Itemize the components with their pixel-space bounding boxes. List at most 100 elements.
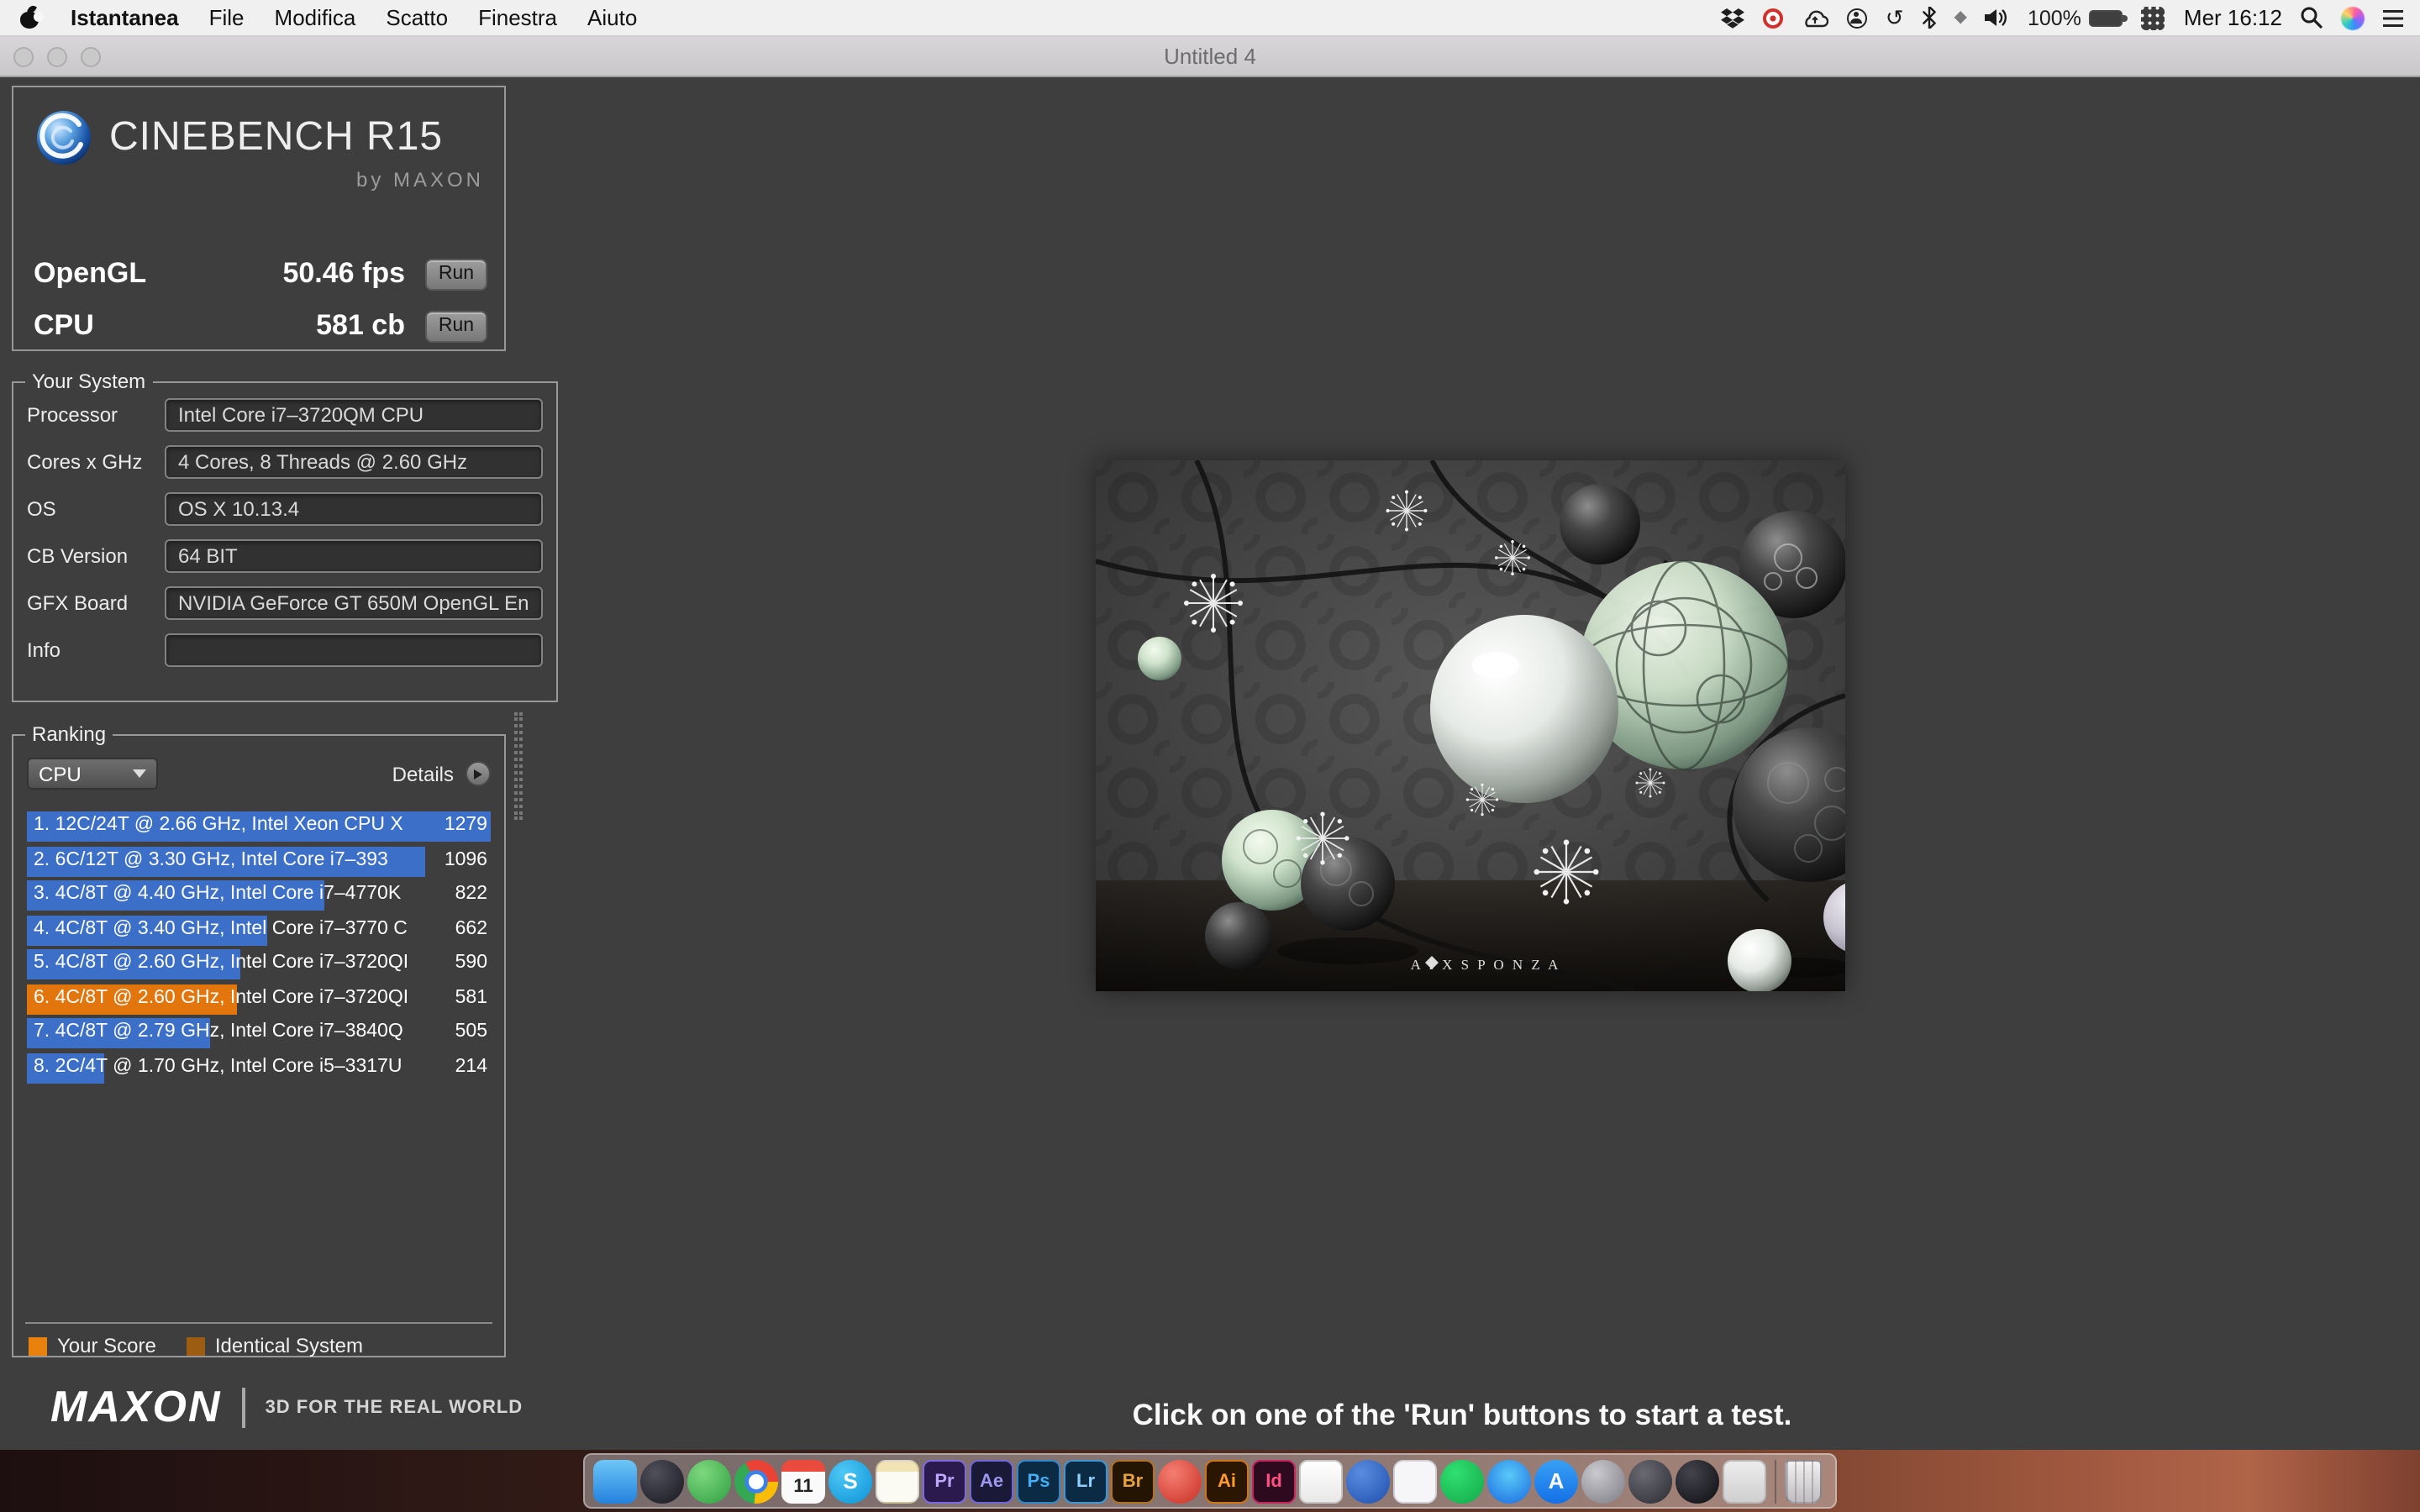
bench-score: 50.46 fps bbox=[282, 257, 405, 291]
dock-photoshop-icon[interactable]: Ps bbox=[1017, 1459, 1060, 1503]
bench-name: CPU bbox=[34, 309, 94, 343]
dropbox-icon[interactable] bbox=[1721, 4, 1744, 31]
system-field-value[interactable]: Intel Core i7–3720QM CPU bbox=[165, 398, 543, 432]
dock-app-dark-2-icon[interactable] bbox=[1628, 1459, 1672, 1503]
ranking-row[interactable]: 1. 12C/24T @ 2.66 GHz, Intel Xeon CPU X … bbox=[27, 811, 491, 842]
dock-safari-icon[interactable] bbox=[1487, 1459, 1531, 1503]
ranking-row[interactable]: 7. 4C/8T @ 2.79 GHz, Intel Core i7–3840Q… bbox=[27, 1018, 491, 1048]
cinebench-sphere-icon bbox=[34, 108, 94, 168]
run-button-opengl[interactable]: Run bbox=[425, 258, 487, 290]
dock-finder-icon[interactable] bbox=[593, 1459, 637, 1503]
menu-file[interactable]: File bbox=[209, 5, 245, 30]
ranking-filter-value: CPU bbox=[39, 762, 82, 785]
ranking-score: 662 bbox=[455, 918, 487, 938]
maxon-footer: MAXON 3D FOR THE REAL WORLD bbox=[50, 1381, 523, 1433]
menu-aiuto[interactable]: Aiuto bbox=[587, 5, 637, 30]
dock-app-dark-icon[interactable] bbox=[640, 1459, 684, 1503]
input-source-icon[interactable] bbox=[2142, 6, 2165, 29]
footer-divider bbox=[242, 1387, 245, 1427]
diamond-icon[interactable]: ◆ bbox=[1954, 4, 1967, 31]
render-preview: A I X S P O N Z A bbox=[1096, 460, 1845, 991]
menu-clock[interactable]: Mer 16:12 bbox=[2184, 5, 2282, 30]
bench-cpu: CPU 581 cb Run bbox=[34, 307, 487, 344]
ranking-row[interactable]: 4. 4C/8T @ 3.40 GHz, Intel Core i7–3770 … bbox=[27, 915, 491, 945]
legend-item: Your Score bbox=[29, 1334, 156, 1357]
record-icon[interactable] bbox=[1763, 8, 1783, 28]
app-subtitle: by MAXON bbox=[356, 168, 484, 192]
svg-text:A I X S P O N Z A: A I X S P O N Z A bbox=[1411, 957, 1561, 973]
system-field-label: Processor bbox=[27, 403, 165, 427]
ranking-label: 3. 4C/8T @ 4.40 GHz, Intel Core i7–4770K bbox=[34, 884, 401, 904]
battery-icon bbox=[2090, 9, 2123, 26]
ranking-label: 5. 4C/8T @ 2.60 GHz, Intel Core i7–3720Q… bbox=[34, 953, 408, 973]
volume-icon[interactable] bbox=[1986, 4, 2009, 31]
bluetooth-icon[interactable] bbox=[1923, 4, 1936, 31]
pane-splitter-handle[interactable] bbox=[514, 712, 523, 820]
score-panel: CINEBENCH R15 by MAXON OpenGL 50.46 fps … bbox=[12, 86, 506, 351]
dock-app-blue-icon[interactable] bbox=[1346, 1459, 1390, 1503]
run-button-cpu[interactable]: Run bbox=[425, 310, 487, 342]
dock-app-store-icon[interactable]: A bbox=[1534, 1459, 1578, 1503]
menu-scatto[interactable]: Scatto bbox=[386, 5, 448, 30]
dock-app-green-icon[interactable] bbox=[687, 1459, 731, 1503]
dock-app-black-icon[interactable] bbox=[1676, 1459, 1719, 1503]
system-field-label: Info bbox=[27, 638, 165, 662]
user-icon[interactable] bbox=[1847, 8, 1867, 28]
dock-skype-icon[interactable]: S bbox=[829, 1459, 872, 1503]
cloud-upload-icon[interactable] bbox=[1802, 4, 1828, 31]
ranking-row[interactable]: 6. 4C/8T @ 2.60 GHz, Intel Core i7–3720Q… bbox=[27, 984, 491, 1014]
bench-opengl: OpenGL 50.46 fps Run bbox=[34, 255, 487, 292]
dock-separator bbox=[1775, 1459, 1776, 1503]
ranking-row[interactable]: 8. 2C/4T @ 1.70 GHz, Intel Core i5–3317U… bbox=[27, 1053, 491, 1083]
dock-bridge-icon[interactable]: Br bbox=[1111, 1459, 1155, 1503]
dock-lightroom-icon[interactable]: Lr bbox=[1064, 1459, 1107, 1503]
ranking-filter-dropdown[interactable]: CPU bbox=[27, 758, 158, 790]
system-field-value[interactable]: 4 Cores, 8 Threads @ 2.60 GHz bbox=[165, 445, 543, 479]
ranking-label: 6. 4C/8T @ 2.60 GHz, Intel Core i7–3720Q… bbox=[34, 987, 408, 1007]
search-icon[interactable] bbox=[2301, 4, 2323, 31]
menu-modifica[interactable]: Modifica bbox=[275, 5, 356, 30]
dock-system-preferences-icon[interactable] bbox=[1581, 1459, 1625, 1503]
app-menu[interactable]: Istantanea bbox=[71, 5, 179, 30]
dock-indesign-icon[interactable]: Id bbox=[1252, 1459, 1296, 1503]
window-titlebar[interactable]: Untitled 4 bbox=[0, 37, 2420, 77]
dock-calendar-icon[interactable]: 11 bbox=[781, 1459, 825, 1503]
ranking-row[interactable]: 2. 6C/12T @ 3.30 GHz, Intel Core i7–393 … bbox=[27, 846, 491, 876]
dock-chrome-icon[interactable] bbox=[734, 1459, 778, 1503]
cinebench-window: CINEBENCH R15 by MAXON OpenGL 50.46 fps … bbox=[0, 77, 2420, 1450]
system-field-row: Processor Intel Core i7–3720QM CPU bbox=[27, 398, 543, 432]
dock-illustrator-icon[interactable]: Ai bbox=[1205, 1459, 1249, 1503]
time-machine-icon[interactable]: ↺ bbox=[1886, 4, 1904, 31]
system-field-value[interactable]: OS X 10.13.4 bbox=[165, 492, 543, 526]
battery-indicator[interactable]: 100% bbox=[2028, 6, 2123, 29]
ranking-label: 7. 4C/8T @ 2.79 GHz, Intel Core i7–3840Q bbox=[34, 1021, 403, 1042]
render-watermark: A I X S P O N Z A bbox=[1411, 956, 1561, 973]
details-button[interactable] bbox=[466, 761, 491, 786]
system-field-value[interactable]: NVIDIA GeForce GT 650M OpenGL En bbox=[165, 586, 543, 620]
notification-center-icon[interactable] bbox=[2383, 9, 2403, 26]
dock-trash-icon[interactable] bbox=[1785, 1459, 1822, 1503]
menu-finestra[interactable]: Finestra bbox=[478, 5, 557, 30]
dock-textedit-icon[interactable] bbox=[1299, 1459, 1343, 1503]
maxon-logo: MAXON bbox=[50, 1381, 222, 1433]
desktop: Istantanea File Modifica Scatto Finestra Aiu… bbox=[0, 0, 2420, 1512]
menu-bar: Istantanea File Modifica Scatto Finestra Aiu… bbox=[0, 0, 2420, 37]
dock-spotify-icon[interactable] bbox=[1440, 1459, 1484, 1503]
system-field-value[interactable] bbox=[165, 633, 543, 667]
system-field-row: Cores x GHz 4 Cores, 8 Threads @ 2.60 GH… bbox=[27, 445, 543, 479]
chevron-down-icon bbox=[133, 769, 146, 778]
system-field-value[interactable]: 64 BIT bbox=[165, 539, 543, 573]
dock-notes-icon[interactable] bbox=[876, 1459, 919, 1503]
ranking-row[interactable]: 5. 4C/8T @ 2.60 GHz, Intel Core i7–3720Q… bbox=[27, 949, 491, 979]
dock-app-red-icon[interactable] bbox=[1158, 1459, 1202, 1503]
dock-books-icon[interactable] bbox=[1393, 1459, 1437, 1503]
legend-item: Identical System bbox=[187, 1334, 363, 1357]
ranking-score: 581 bbox=[455, 987, 487, 1007]
apple-menu-icon[interactable] bbox=[20, 7, 40, 29]
ranking-row[interactable]: 3. 4C/8T @ 4.40 GHz, Intel Core i7–4770K… bbox=[27, 880, 491, 911]
legend-swatch bbox=[187, 1336, 205, 1355]
dock-premiere-icon[interactable]: Pr bbox=[923, 1459, 966, 1503]
siri-icon[interactable] bbox=[2341, 6, 2365, 29]
dock-app-gray-icon[interactable] bbox=[1723, 1459, 1766, 1503]
dock-after-effects-icon[interactable]: Ae bbox=[970, 1459, 1013, 1503]
